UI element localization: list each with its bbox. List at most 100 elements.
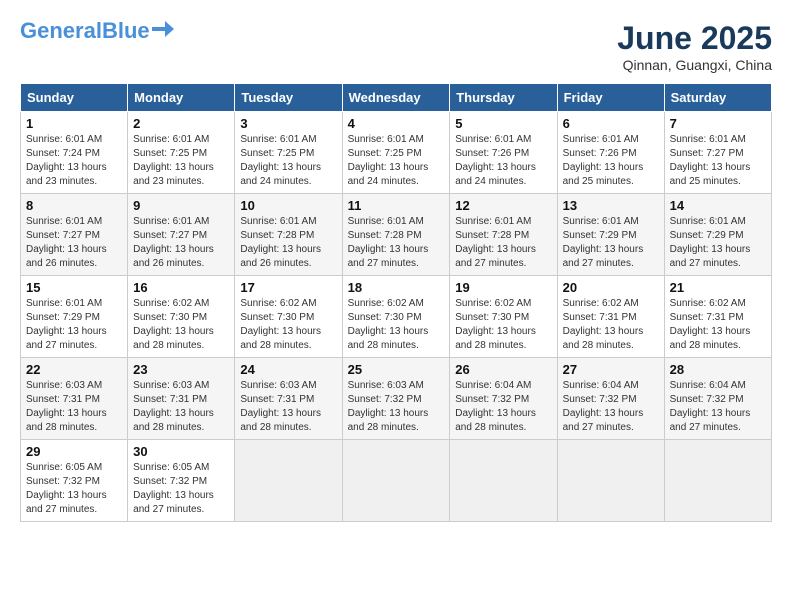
day-info: Sunrise: 6:02 AM Sunset: 7:31 PM Dayligh… — [563, 297, 659, 353]
calendar-cell-29: 29Sunrise: 6:05 AM Sunset: 7:32 PM Dayli… — [21, 440, 128, 522]
calendar-cell-16: 16Sunrise: 6:02 AM Sunset: 7:30 PM Dayli… — [128, 276, 235, 358]
calendar-cell-7: 7 Sunrise: 6:01 AM Sunset: 7:27 PM Daylig… — [664, 112, 771, 194]
calendar-header-monday: Monday — [128, 84, 235, 112]
day-number: 27 — [563, 362, 659, 377]
day-info: Sunrise: 6:03 AM Sunset: 7:31 PM Dayligh… — [133, 379, 229, 435]
day-info: Sunrise: 6:02 AM Sunset: 7:30 PM Dayligh… — [455, 297, 551, 353]
day-info: Sunrise: 6:01 AM Sunset: 7:27 PM Dayligh… — [26, 215, 122, 271]
calendar-header-saturday: Saturday — [664, 84, 771, 112]
day-number: 24 — [240, 362, 336, 377]
calendar-cell-17: 17 Sunrise: 6:02 AM Sunset: 7:30 PM Dayli… — [235, 276, 342, 358]
day-info: Sunrise: 6:04 AM Sunset: 7:32 PM Dayligh… — [563, 379, 659, 435]
day-info: Sunrise: 6:01 AM Sunset: 7:27 PM Dayligh… — [670, 133, 766, 189]
calendar-cell-24: 24 Sunrise: 6:03 AM Sunset: 7:31 PM Dayli… — [235, 358, 342, 440]
calendar-cell-empty — [557, 440, 664, 522]
calendar-cell-6: 6 Sunrise: 6:01 AM Sunset: 7:26 PM Daylig… — [557, 112, 664, 194]
calendar-cell-9: 9 Sunrise: 6:01 AM Sunset: 7:27 PM Daylig… — [128, 194, 235, 276]
day-info: Sunrise: 6:01 AM Sunset: 7:25 PM Dayligh… — [348, 133, 445, 189]
calendar-week-3: 15 Sunrise: 6:01 AM Sunset: 7:29 PM Dayli… — [21, 276, 772, 358]
day-number: 16 — [133, 280, 229, 295]
calendar-cell-3: 3 Sunrise: 6:01 AM Sunset: 7:25 PM Daylig… — [235, 112, 342, 194]
calendar-cell-25: 25 Sunrise: 6:03 AM Sunset: 7:32 PM Dayli… — [342, 358, 450, 440]
day-number: 10 — [240, 198, 336, 213]
day-info: Sunrise: 6:01 AM Sunset: 7:24 PM Dayligh… — [26, 133, 122, 189]
calendar-week-5: 29 Sunrise: 6:05 AM Sunset: 7:32 PM Dayli… — [21, 440, 772, 522]
calendar-cell-19: 19 Sunrise: 6:02 AM Sunset: 7:30 PM Dayli… — [450, 276, 557, 358]
calendar-cell-27: 27 Sunrise: 6:04 AM Sunset: 7:32 PM Dayli… — [557, 358, 664, 440]
calendar-cell-22: 22Sunrise: 6:03 AM Sunset: 7:31 PM Dayli… — [21, 358, 128, 440]
calendar-cell-18: 18 Sunrise: 6:02 AM Sunset: 7:30 PM Dayli… — [342, 276, 450, 358]
logo-general: General — [20, 18, 102, 43]
calendar-header-friday: Friday — [557, 84, 664, 112]
day-number: 30 — [133, 444, 229, 459]
day-info: Sunrise: 6:02 AM Sunset: 7:30 PM Dayligh… — [348, 297, 445, 353]
page-header: GeneralBlue June 2025 Qinnan, Guangxi, C… — [20, 20, 772, 73]
day-number: 7 — [670, 116, 766, 131]
calendar-cell-empty — [342, 440, 450, 522]
day-info: Sunrise: 6:01 AM Sunset: 7:26 PM Dayligh… — [455, 133, 551, 189]
day-number: 14 — [670, 198, 766, 213]
day-info: Sunrise: 6:03 AM Sunset: 7:32 PM Dayligh… — [348, 379, 445, 435]
calendar-header-thursday: Thursday — [450, 84, 557, 112]
calendar-week-4: 22 Sunrise: 6:03 AM Sunset: 7:31 PM Dayli… — [21, 358, 772, 440]
day-number: 20 — [563, 280, 659, 295]
calendar-cell-8: 8Sunrise: 6:01 AM Sunset: 7:27 PM Daylig… — [21, 194, 128, 276]
day-info: Sunrise: 6:01 AM Sunset: 7:25 PM Dayligh… — [240, 133, 336, 189]
day-info: Sunrise: 6:01 AM Sunset: 7:28 PM Dayligh… — [348, 215, 445, 271]
calendar-cell-26: 26 Sunrise: 6:04 AM Sunset: 7:32 PM Dayli… — [450, 358, 557, 440]
day-info: Sunrise: 6:01 AM Sunset: 7:25 PM Dayligh… — [133, 133, 229, 189]
day-number: 2 — [133, 116, 229, 131]
logo-icon — [152, 21, 174, 37]
day-number: 6 — [563, 116, 659, 131]
calendar-cell-14: 14 Sunrise: 6:01 AM Sunset: 7:29 PM Dayli… — [664, 194, 771, 276]
day-info: Sunrise: 6:01 AM Sunset: 7:29 PM Dayligh… — [26, 297, 122, 353]
calendar-header-row: SundayMondayTuesdayWednesdayThursdayFrid… — [21, 84, 772, 112]
day-info: Sunrise: 6:04 AM Sunset: 7:32 PM Dayligh… — [670, 379, 766, 435]
calendar-header-tuesday: Tuesday — [235, 84, 342, 112]
day-info: Sunrise: 6:02 AM Sunset: 7:30 PM Dayligh… — [240, 297, 336, 353]
calendar-cell-13: 13Sunrise: 6:01 AM Sunset: 7:29 PM Dayli… — [557, 194, 664, 276]
day-info: Sunrise: 6:04 AM Sunset: 7:32 PM Dayligh… — [455, 379, 551, 435]
calendar-cell-11: 11 Sunrise: 6:01 AM Sunset: 7:28 PM Dayli… — [342, 194, 450, 276]
calendar-header-wednesday: Wednesday — [342, 84, 450, 112]
calendar-cell-10: 10 Sunrise: 6:01 AM Sunset: 7:28 PM Dayli… — [235, 194, 342, 276]
calendar-cell-5: 5 Sunrise: 6:01 AM Sunset: 7:26 PM Daylig… — [450, 112, 557, 194]
calendar-cell-empty — [235, 440, 342, 522]
calendar-cell-30: 30 Sunrise: 6:05 AM Sunset: 7:32 PM Dayli… — [128, 440, 235, 522]
day-number: 17 — [240, 280, 336, 295]
calendar-cell-4: 4 Sunrise: 6:01 AM Sunset: 7:25 PM Daylig… — [342, 112, 450, 194]
calendar-cell-23: 23 Sunrise: 6:03 AM Sunset: 7:31 PM Dayli… — [128, 358, 235, 440]
day-number: 3 — [240, 116, 336, 131]
calendar-cell-21: 21Sunrise: 6:02 AM Sunset: 7:31 PM Dayli… — [664, 276, 771, 358]
day-info: Sunrise: 6:03 AM Sunset: 7:31 PM Dayligh… — [240, 379, 336, 435]
day-number: 15 — [26, 280, 122, 295]
day-info: Sunrise: 6:05 AM Sunset: 7:32 PM Dayligh… — [133, 461, 229, 517]
day-info: Sunrise: 6:01 AM Sunset: 7:28 PM Dayligh… — [455, 215, 551, 271]
calendar-cell-12: 12Sunrise: 6:01 AM Sunset: 7:28 PM Dayli… — [450, 194, 557, 276]
logo-blue: Blue — [102, 18, 150, 43]
day-info: Sunrise: 6:01 AM Sunset: 7:29 PM Dayligh… — [670, 215, 766, 271]
calendar-week-1: 1Sunrise: 6:01 AM Sunset: 7:24 PM Daylig… — [21, 112, 772, 194]
day-number: 26 — [455, 362, 551, 377]
calendar-header-sunday: Sunday — [21, 84, 128, 112]
calendar-cell-empty — [664, 440, 771, 522]
logo-text: GeneralBlue — [20, 20, 150, 42]
day-number: 18 — [348, 280, 445, 295]
day-info: Sunrise: 6:01 AM Sunset: 7:26 PM Dayligh… — [563, 133, 659, 189]
calendar-cell-empty — [450, 440, 557, 522]
day-info: Sunrise: 6:02 AM Sunset: 7:31 PM Dayligh… — [670, 297, 766, 353]
day-number: 22 — [26, 362, 122, 377]
calendar-table: SundayMondayTuesdayWednesdayThursdayFrid… — [20, 83, 772, 522]
day-number: 9 — [133, 198, 229, 213]
day-number: 4 — [348, 116, 445, 131]
day-info: Sunrise: 6:01 AM Sunset: 7:27 PM Dayligh… — [133, 215, 229, 271]
calendar-cell-20: 20 Sunrise: 6:02 AM Sunset: 7:31 PM Dayli… — [557, 276, 664, 358]
day-number: 25 — [348, 362, 445, 377]
day-number: 29 — [26, 444, 122, 459]
day-number: 11 — [348, 198, 445, 213]
day-number: 5 — [455, 116, 551, 131]
day-number: 23 — [133, 362, 229, 377]
day-info: Sunrise: 6:01 AM Sunset: 7:28 PM Dayligh… — [240, 215, 336, 271]
day-number: 19 — [455, 280, 551, 295]
calendar-cell-15: 15 Sunrise: 6:01 AM Sunset: 7:29 PM Dayli… — [21, 276, 128, 358]
